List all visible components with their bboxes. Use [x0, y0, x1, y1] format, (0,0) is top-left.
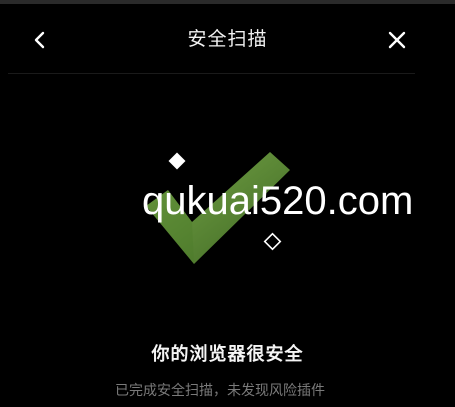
close-button[interactable] — [383, 26, 411, 54]
close-icon — [388, 31, 406, 49]
header-bar: 安全扫描 — [0, 4, 455, 72]
watermark-text: qukuai520.com — [142, 179, 414, 223]
header-divider — [8, 73, 415, 74]
diamond-sparkle-icon — [168, 152, 186, 170]
diamond-outline-icon — [263, 232, 282, 251]
result-subtext: 已完成安全扫描，未发现风险插件 — [115, 383, 325, 399]
result-headline: 你的浏览器很安全 — [151, 344, 304, 365]
